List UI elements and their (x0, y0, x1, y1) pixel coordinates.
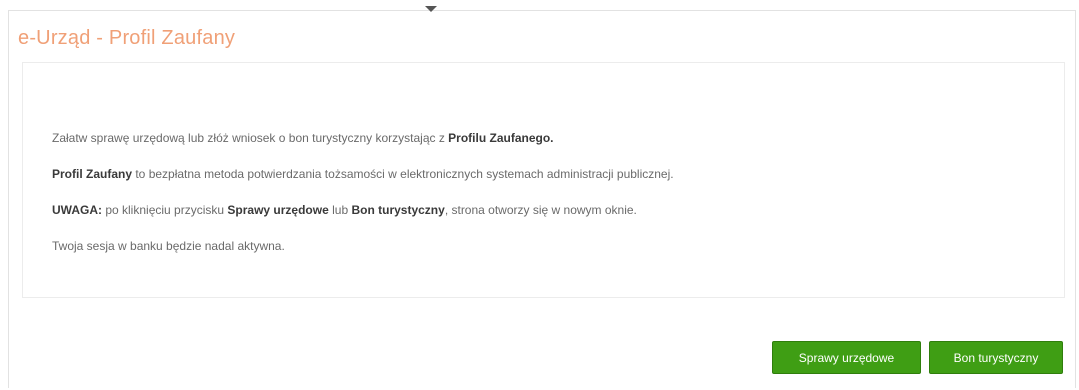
warning-text-2: lub (328, 203, 352, 217)
panel-title: e-Urząd - Profil Zaufany (18, 27, 236, 49)
warning-text-1: po kliknięciu przycisku (102, 203, 228, 217)
warning-text-3: , strona otworzy się w nowym oknie. (444, 203, 637, 217)
info-line-1: Załatw sprawę urzędową lub złóż wniosek … (52, 131, 554, 145)
session-note: Twoja sesja w banku będzie nadal aktywna… (52, 239, 285, 253)
caret-down-icon (425, 6, 437, 12)
info-line-1-text: Załatw sprawę urzędową lub złóż wniosek … (52, 131, 449, 145)
info-line-2: Profil Zaufany to bezpłatna metoda potwi… (52, 167, 674, 181)
warning-bold-bon: Bon turystyczny (351, 203, 445, 217)
bon-turystyczny-button[interactable]: Bon turystyczny (929, 341, 1063, 374)
warning-line: UWAGA: po kliknięciu przycisku Sprawy ur… (52, 203, 637, 217)
warning-bold-sprawy: Sprawy urzędowe (227, 203, 329, 217)
info-line-2-text: to bezpłatna metoda potwierdzania tożsam… (132, 167, 674, 181)
info-line-2-bold: Profil Zaufany (52, 167, 133, 181)
info-line-1-bold: Profilu Zaufanego. (448, 131, 554, 145)
warning-label: UWAGA: (52, 203, 102, 217)
sprawy-urzedowe-button[interactable]: Sprawy urzędowe (772, 341, 921, 374)
